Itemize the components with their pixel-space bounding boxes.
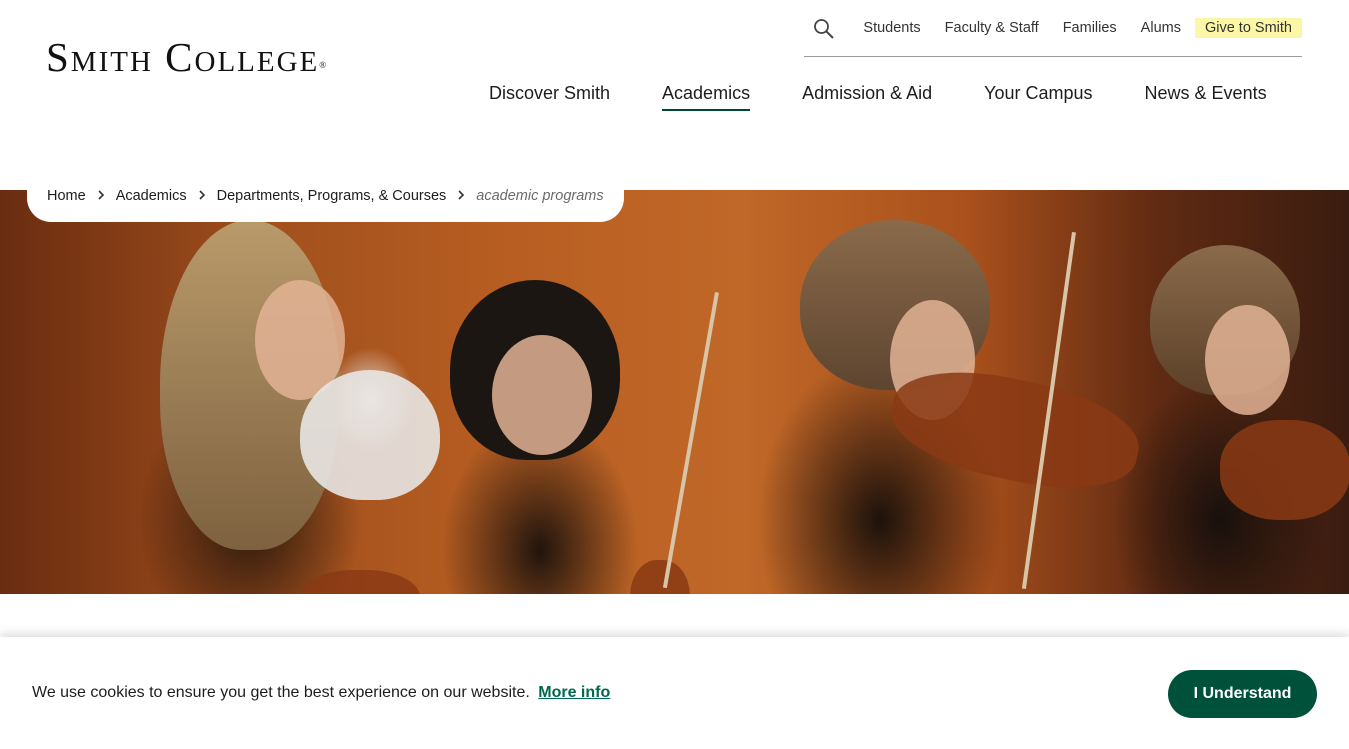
smith-college-logo[interactable]: Smith College®	[46, 33, 326, 81]
musician-face	[1205, 305, 1290, 415]
breadcrumb-current: academic programs	[476, 188, 604, 204]
musician-face	[492, 335, 592, 455]
utility-nav: Students Faculty & Staff Families Alums …	[804, 14, 1302, 57]
logo-registered-mark: ®	[319, 60, 327, 70]
violin-bow	[662, 292, 719, 589]
chevron-right-icon	[86, 189, 116, 204]
violin	[300, 570, 420, 594]
search-icon[interactable]	[812, 17, 836, 41]
cookie-banner: We use cookies to ensure you get the bes…	[0, 637, 1349, 749]
utility-links: Students Faculty & Staff Families Alums …	[851, 18, 1302, 38]
logo-text: Smith College	[46, 34, 320, 80]
breadcrumb-academics[interactable]: Academics	[116, 188, 187, 204]
violin	[1220, 420, 1349, 520]
utility-link-alums[interactable]: Alums	[1129, 18, 1193, 38]
utility-link-families[interactable]: Families	[1051, 18, 1129, 38]
nav-your-campus[interactable]: Your Campus	[984, 83, 1092, 111]
breadcrumb-departments[interactable]: Departments, Programs, & Courses	[217, 188, 447, 204]
utility-link-students[interactable]: Students	[851, 18, 932, 38]
utility-link-faculty-staff[interactable]: Faculty & Staff	[933, 18, 1051, 38]
violin	[630, 560, 690, 594]
chevron-right-icon	[446, 189, 476, 204]
main-nav: Discover Smith Academics Admission & Aid…	[489, 83, 1267, 111]
more-info-link[interactable]: More info	[538, 684, 610, 701]
breadcrumb: Home Academics Departments, Programs, & …	[27, 170, 624, 222]
nav-discover-smith[interactable]: Discover Smith	[489, 83, 610, 111]
i-understand-button[interactable]: I Understand	[1168, 670, 1317, 718]
nav-academics[interactable]: Academics	[662, 83, 751, 111]
give-to-smith-link[interactable]: Give to Smith	[1194, 18, 1302, 38]
chevron-right-icon	[187, 189, 217, 204]
breadcrumb-home[interactable]: Home	[47, 188, 86, 204]
nav-news-events[interactable]: News & Events	[1145, 83, 1267, 111]
nav-admission-aid[interactable]: Admission & Aid	[802, 83, 932, 111]
cookie-message: We use cookies to ensure you get the bes…	[32, 684, 610, 702]
musician-figure	[300, 370, 440, 500]
cookie-message-text: We use cookies to ensure you get the bes…	[32, 684, 530, 701]
violin	[882, 355, 1148, 505]
hero-image	[0, 190, 1349, 594]
